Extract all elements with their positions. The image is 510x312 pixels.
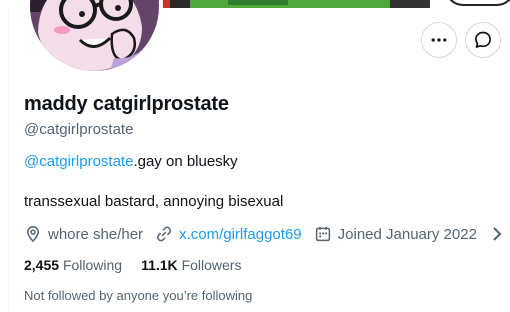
username: @catgirlprostate	[24, 121, 134, 138]
following-label: Following	[62, 257, 123, 273]
display-name: maddy catgirlprostate	[24, 93, 229, 115]
bio-line: @catgirlprostate.gay on bluesky	[24, 153, 238, 170]
social-context: Not followed by anyone you’re following	[24, 288, 253, 303]
following-count: 2,455	[24, 257, 60, 273]
message-button[interactable]	[465, 22, 501, 58]
followers-count: 11.1K	[141, 257, 178, 273]
calendar-icon	[315, 226, 330, 242]
location-text: whore she/her	[48, 225, 144, 243]
more-button[interactable]	[421, 22, 457, 58]
profile-meta: whore she/her x.com/girlfaggot69 Joined …	[24, 224, 489, 244]
joined-text: Joined January 2022	[337, 225, 477, 243]
column-border	[8, 0, 9, 312]
followers-stat[interactable]: 11.1K Followers	[141, 257, 241, 273]
website-item[interactable]: x.com/girlfaggot69	[155, 225, 302, 243]
bio-suffix: .gay on bluesky	[133, 153, 238, 170]
follow-stats: 2,455 Following 11.1K Followers	[24, 257, 260, 273]
location-icon	[26, 226, 40, 243]
website-link[interactable]: x.com/girlfaggot69	[179, 226, 302, 243]
avatar[interactable]	[26, 0, 163, 75]
link-icon	[157, 226, 172, 242]
chevron-right-icon[interactable]	[490, 226, 504, 242]
followers-label: Followers	[181, 257, 242, 273]
message-icon	[475, 31, 491, 48]
joined-item: Joined January 2022	[314, 225, 477, 243]
bio-mention-link[interactable]: @catgirlprostate	[24, 153, 133, 170]
bio-text: transsexual bastard, annoying bisexual	[24, 193, 284, 210]
avatar-image	[30, 0, 159, 71]
location-item: whore she/her	[24, 225, 143, 243]
following-stat[interactable]: 2,455 Following	[24, 257, 122, 273]
more-horizontal-icon	[431, 38, 447, 42]
